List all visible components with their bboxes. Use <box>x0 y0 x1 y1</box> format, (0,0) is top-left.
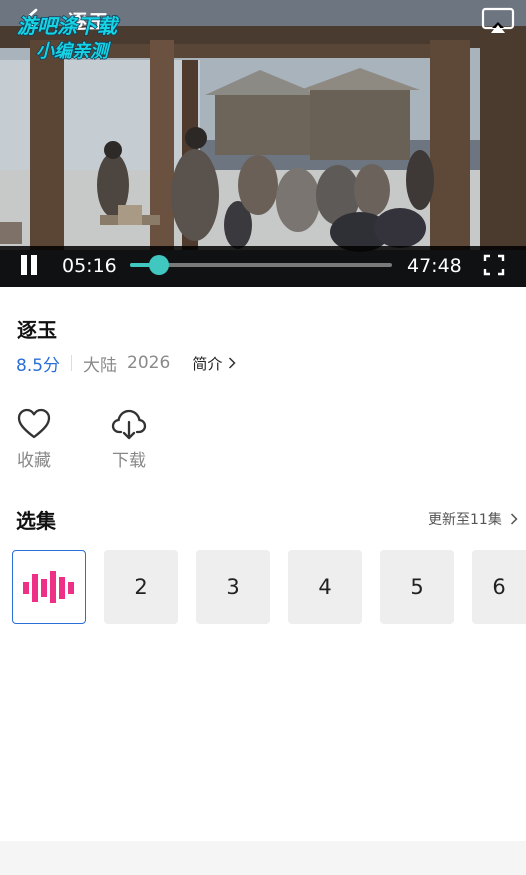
episodes-section-title: 选集 <box>16 509 56 533</box>
episode-item-1[interactable] <box>12 550 86 624</box>
rating-score: 8.5分 <box>16 355 61 376</box>
episode-item-2[interactable]: 2 <box>104 550 178 624</box>
intro-link-label: 简介 <box>192 354 223 373</box>
download-label: 下载 <box>112 451 146 471</box>
heart-icon <box>17 408 51 439</box>
region-label: 大陆 <box>83 355 118 376</box>
episode-list: 2 3 4 5 6 <box>0 550 526 624</box>
equalizer-icon <box>23 571 74 603</box>
episode-item-4[interactable]: 4 <box>288 550 362 624</box>
watermark-logo: 游吧涤下载 小编亲测 <box>16 13 120 62</box>
fullscreen-icon[interactable] <box>483 254 505 276</box>
download-button[interactable]: 下载 <box>104 408 154 471</box>
total-duration: 47:48 <box>407 255 462 277</box>
update-status: 更新至11集 <box>428 512 502 528</box>
episode-item-6[interactable]: 6 <box>472 550 526 624</box>
chevron-right-icon <box>510 513 518 525</box>
episodes-update-link[interactable]: 更新至11集 <box>428 509 518 529</box>
cloud-download-icon <box>111 409 147 440</box>
show-title: 逐玉 <box>17 318 57 342</box>
cast-screen-icon[interactable] <box>481 7 515 35</box>
favorite-button[interactable]: 收藏 <box>9 408 59 471</box>
seek-bar[interactable] <box>130 255 392 275</box>
pause-icon <box>21 255 27 275</box>
chevron-right-icon <box>229 357 236 369</box>
svg-text:游吧涤下载: 游吧涤下载 <box>17 14 120 38</box>
meta-divider <box>71 355 73 371</box>
year-label: 2026 <box>127 353 171 373</box>
favorite-label: 收藏 <box>17 451 51 471</box>
pause-button[interactable] <box>19 255 39 277</box>
episode-item-3[interactable]: 3 <box>196 550 270 624</box>
video-player[interactable]: 逐玉 游吧涤下载 小编亲测 05:16 47:48 <box>0 0 526 287</box>
episode-item-5[interactable]: 5 <box>380 550 454 624</box>
playback-controls: 05:16 47:48 <box>0 246 526 287</box>
show-meta: 8.5分 大陆 2026 简介 <box>16 350 236 376</box>
svg-text:小编亲测: 小编亲测 <box>36 41 111 62</box>
bottom-panel <box>0 841 526 875</box>
current-time: 05:16 <box>62 255 117 277</box>
seek-bar-handle[interactable] <box>148 255 169 275</box>
intro-link[interactable]: 简介 <box>192 353 236 374</box>
